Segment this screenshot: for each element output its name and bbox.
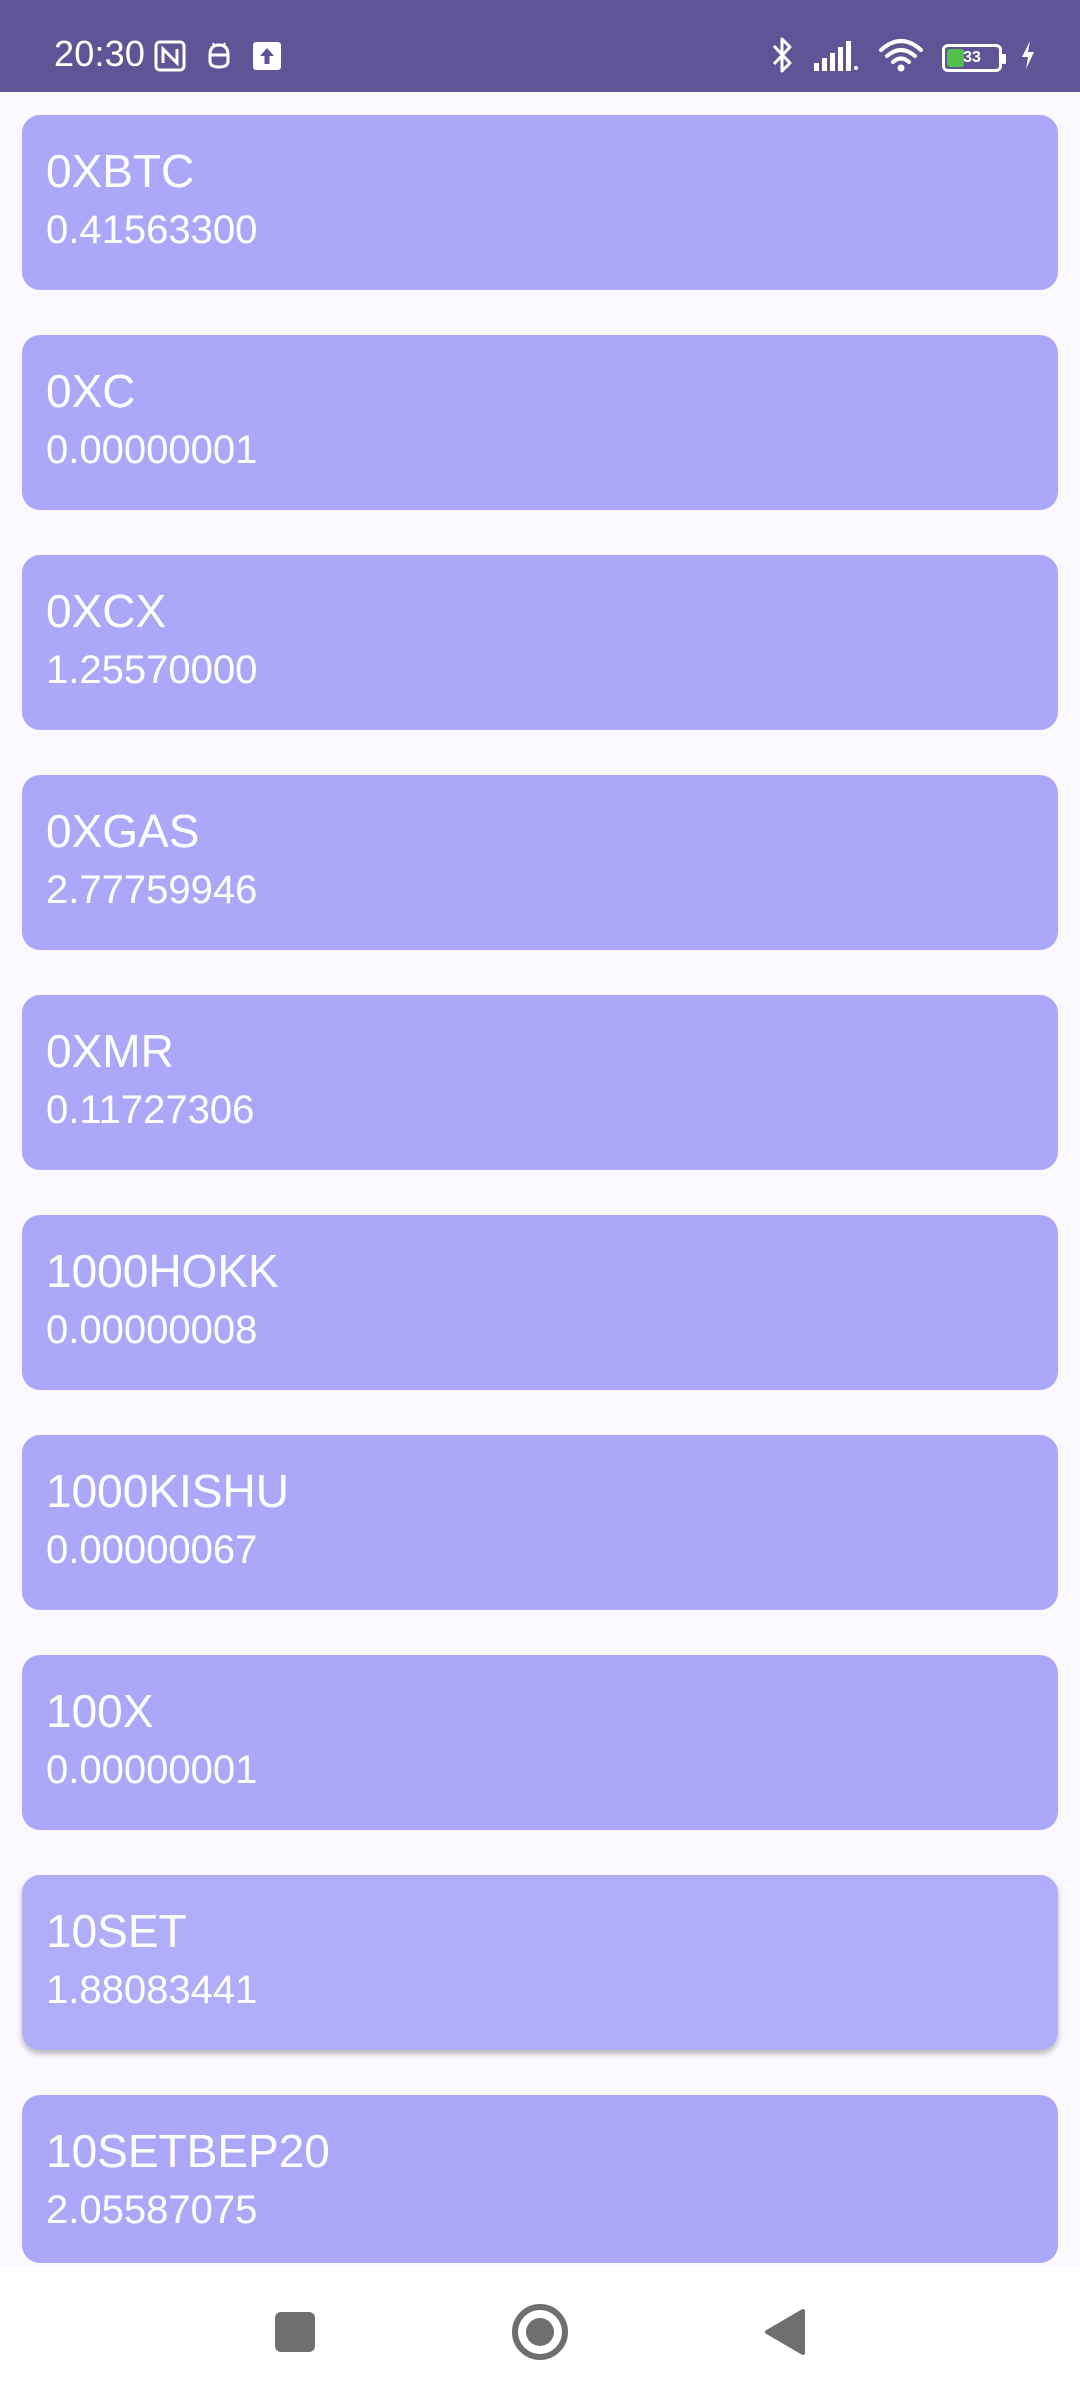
recents-button[interactable] [215,2268,375,2400]
coin-list[interactable]: 0XBTC 0.41563300 0XC 0.00000001 0XCX 1.2… [22,115,1058,2263]
bluetooth-icon [770,36,794,79]
coin-card[interactable]: 10SETBEP20 2.05587075 [22,2095,1058,2263]
coin-price: 1.88083441 [46,1968,258,2012]
coin-name: 0XGAS [46,805,200,857]
recents-icon [273,2310,317,2359]
coin-price: 2.77759946 [46,868,258,912]
status-time: 20:30 [54,33,146,74]
coin-name: 1000HOKK [46,1245,279,1297]
coin-price: 0.00000001 [46,428,258,472]
battery-level: 33 [963,48,981,66]
coin-card[interactable]: 100X 0.00000001 [22,1655,1058,1830]
charging-icon [1020,40,1036,75]
battery-icon: 33 [942,43,1006,72]
coin-price: 1.25570000 [46,648,258,692]
coin-card[interactable]: 1000KISHU 0.00000067 [22,1435,1058,1610]
coin-card[interactable]: 1000HOKK 0.00000008 [22,1215,1058,1390]
coin-price: 0.41563300 [46,208,258,252]
coin-name: 100X [46,1685,154,1737]
status-right-icons: 33 [770,36,1036,79]
coin-name: 10SET [46,1905,187,1957]
android-debug-icon [204,41,234,76]
wifi-icon [878,38,924,77]
coin-name: 0XBTC [46,145,195,197]
coin-name: 0XMR [46,1025,174,1077]
coin-card[interactable]: 0XMR 0.11727306 [22,995,1058,1170]
back-icon [763,2307,807,2362]
coin-card[interactable]: 0XCX 1.25570000 [22,555,1058,730]
status-bar: 20:30 33 [0,0,1080,92]
coin-price: 0.11727306 [46,1088,255,1132]
coin-name: 10SETBEP20 [46,2125,330,2177]
coin-card[interactable]: 0XC 0.00000001 [22,335,1058,510]
coin-price: 0.00000067 [46,1528,258,1572]
home-icon [510,2302,570,2367]
nfc-icon [154,40,186,77]
coin-card[interactable]: 0XBTC 0.41563300 [22,115,1058,290]
coin-price: 2.05587075 [46,2188,258,2232]
navigation-bar [0,2268,1080,2400]
coin-price: 0.00000008 [46,1308,258,1352]
coin-price: 0.00000001 [46,1748,258,1792]
home-button[interactable] [460,2268,620,2400]
upload-icon [252,41,282,76]
coin-card-selected[interactable]: 10SET 1.88083441 [22,1875,1058,2050]
coin-name: 1000KISHU [46,1465,289,1517]
back-button[interactable] [705,2268,865,2400]
signal-icon [812,39,860,76]
coin-card[interactable]: 0XGAS 2.77759946 [22,775,1058,950]
coin-name: 0XCX [46,585,167,637]
status-left-icons [154,40,282,77]
coin-name: 0XC [46,365,136,417]
battery-tip [1002,53,1006,64]
